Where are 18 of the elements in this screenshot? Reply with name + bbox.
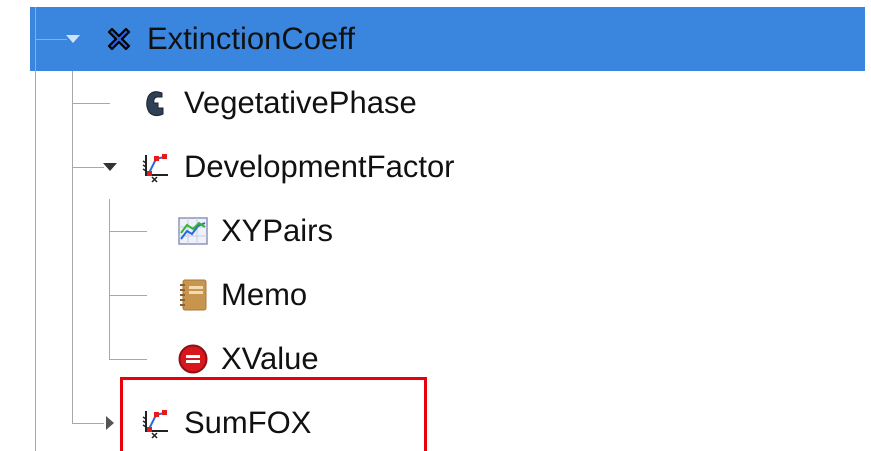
tree-row[interactable]: XValue	[30, 327, 865, 391]
line-chart-icon	[178, 217, 208, 245]
notebook-icon	[179, 279, 207, 311]
tree-row[interactable]: DevelopmentFactor	[30, 135, 865, 199]
tree-row[interactable]: XYPairs	[30, 199, 865, 263]
tree-row[interactable]: ExtinctionCoeff	[30, 7, 865, 71]
tree-row[interactable]: Memo	[30, 263, 865, 327]
tree-row[interactable]: VegetativePhase	[30, 71, 865, 135]
stop-icon	[178, 344, 208, 374]
tree-row[interactable]: SumFOX	[30, 391, 865, 451]
node-label: SumFOX	[184, 405, 312, 441]
cross-icon	[106, 26, 132, 52]
node-label: Memo	[221, 277, 308, 313]
node-label: XYPairs	[221, 213, 333, 249]
node-label: DevelopmentFactor	[184, 149, 455, 185]
node-label: VegetativePhase	[184, 85, 417, 121]
node-label: ExtinctionCoeff	[147, 21, 355, 57]
node-label: XValue	[221, 341, 319, 377]
